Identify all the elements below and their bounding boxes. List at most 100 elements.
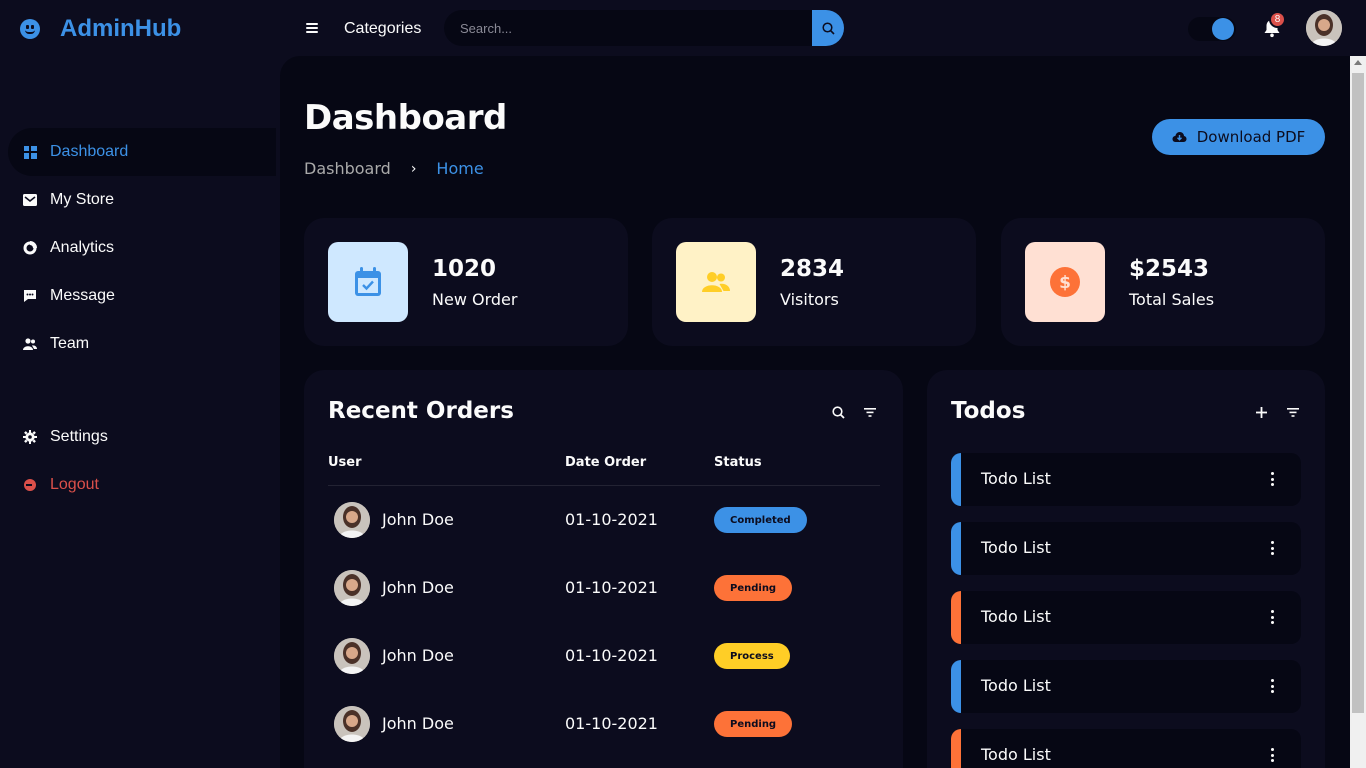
avatar bbox=[334, 570, 370, 606]
notification-button[interactable]: 8 bbox=[1263, 11, 1286, 38]
sidebar-item-label: Settings bbox=[50, 428, 108, 445]
order-date: 01-10-2021 bbox=[565, 578, 658, 597]
sidebar-item-team[interactable]: Team bbox=[0, 320, 280, 368]
todo-label: Todo List bbox=[981, 745, 1051, 764]
stat-label: Visitors bbox=[780, 290, 839, 309]
sidebar-item-label: Team bbox=[50, 335, 90, 352]
more-vertical-icon[interactable] bbox=[1271, 472, 1275, 486]
chevron-right-icon: › bbox=[410, 160, 417, 177]
brand[interactable]: AdminHub bbox=[20, 14, 181, 44]
sidebar-item-my-store[interactable]: My Store bbox=[0, 176, 280, 224]
stat-card-visitors: 2834 Visitors bbox=[652, 218, 976, 346]
svg-text:$: $ bbox=[1059, 273, 1071, 293]
todo-label: Todo List bbox=[981, 607, 1051, 626]
more-vertical-icon[interactable] bbox=[1271, 541, 1275, 555]
scrollbar-thumb[interactable] bbox=[1352, 73, 1364, 713]
filter-icon[interactable] bbox=[1286, 405, 1300, 419]
nav-link-categories[interactable]: Categories bbox=[344, 20, 421, 38]
order-date: 01-10-2021 bbox=[565, 714, 658, 733]
sidebar: AdminHub Dashboard My Store Analytics Me… bbox=[0, 0, 280, 768]
sidebar-item-label: Logout bbox=[50, 476, 99, 493]
more-vertical-icon[interactable] bbox=[1271, 748, 1275, 762]
todo-label: Todo List bbox=[981, 538, 1051, 557]
todo-status-bar bbox=[951, 729, 961, 768]
sidebar-item-label: Message bbox=[50, 287, 115, 304]
avatar bbox=[334, 706, 370, 742]
sidebar-item-label: Analytics bbox=[50, 239, 115, 256]
todo-item[interactable]: Todo List bbox=[951, 453, 1301, 506]
table-row[interactable]: John Doe 01-10-2021 Pending bbox=[328, 690, 880, 758]
message-icon bbox=[22, 288, 38, 304]
avatar bbox=[334, 502, 370, 538]
team-icon bbox=[22, 336, 38, 352]
order-user: John Doe bbox=[382, 714, 454, 733]
scroll-up-arrow-icon[interactable] bbox=[1354, 60, 1362, 65]
breadcrumb-dashboard[interactable]: Dashboard bbox=[304, 159, 391, 178]
plus-icon[interactable] bbox=[1254, 405, 1268, 419]
stat-label: New Order bbox=[432, 290, 518, 309]
order-user: John Doe bbox=[382, 646, 454, 665]
todo-label: Todo List bbox=[981, 676, 1051, 695]
order-user: John Doe bbox=[382, 510, 454, 529]
table-row[interactable]: John Doe 01-10-2021 Completed bbox=[328, 486, 880, 554]
logout-icon bbox=[22, 477, 38, 493]
search-input[interactable] bbox=[444, 10, 812, 46]
top-navbar: Categories 8 bbox=[280, 0, 1366, 56]
todos-title: Todos bbox=[951, 398, 1026, 424]
breadcrumb-home[interactable]: Home bbox=[436, 159, 483, 178]
sidebar-item-logout[interactable]: Logout bbox=[0, 461, 280, 509]
table-row[interactable]: John Doe 01-10-2021 Pending bbox=[328, 554, 880, 622]
sidebar-item-message[interactable]: Message bbox=[0, 272, 280, 320]
dashboard-icon bbox=[22, 144, 38, 160]
stat-card-new-order: 1020 New Order bbox=[304, 218, 628, 346]
order-date: 01-10-2021 bbox=[565, 510, 658, 529]
download-pdf-label: Download PDF bbox=[1196, 128, 1306, 146]
column-header-user[interactable]: User bbox=[328, 455, 362, 470]
search-form bbox=[444, 10, 844, 46]
search-icon bbox=[821, 21, 835, 35]
stat-card-total-sales: $ $2543 Total Sales bbox=[1001, 218, 1325, 346]
stat-value: 1020 bbox=[432, 256, 497, 282]
menu-toggle-icon[interactable] bbox=[306, 23, 318, 33]
recent-orders-title: Recent Orders bbox=[328, 398, 514, 424]
todo-item[interactable]: Todo List bbox=[951, 591, 1301, 644]
sidebar-item-settings[interactable]: Settings bbox=[0, 413, 280, 461]
sidebar-menu: Dashboard My Store Analytics Message Tea… bbox=[0, 128, 280, 368]
profile-avatar[interactable] bbox=[1306, 10, 1342, 46]
status-badge: Completed bbox=[714, 507, 807, 533]
download-pdf-button[interactable]: Download PDF bbox=[1152, 119, 1325, 155]
sidebar-bottom-menu: Settings Logout bbox=[0, 413, 280, 509]
more-vertical-icon[interactable] bbox=[1271, 610, 1275, 624]
column-header-date[interactable]: Date Order bbox=[565, 455, 646, 470]
smile-logo-icon bbox=[20, 19, 40, 39]
stat-value: $2543 bbox=[1129, 256, 1210, 282]
sidebar-item-dashboard[interactable]: Dashboard bbox=[8, 128, 276, 176]
status-badge: Process bbox=[714, 643, 790, 669]
analytics-icon bbox=[22, 240, 38, 256]
search-icon[interactable] bbox=[831, 405, 845, 419]
stat-label: Total Sales bbox=[1129, 290, 1215, 309]
dollar-circle-icon: $ bbox=[1025, 242, 1105, 322]
filter-icon[interactable] bbox=[863, 405, 877, 419]
switch-knob bbox=[1212, 18, 1234, 40]
todo-item[interactable]: Todo List bbox=[951, 522, 1301, 575]
sidebar-item-analytics[interactable]: Analytics bbox=[0, 224, 280, 272]
status-badge: Pending bbox=[714, 575, 793, 601]
todo-label: Todo List bbox=[981, 469, 1051, 488]
column-header-status[interactable]: Status bbox=[714, 455, 762, 470]
status-badge: Pending bbox=[714, 711, 793, 737]
dark-mode-switch[interactable] bbox=[1188, 17, 1236, 41]
todo-status-bar bbox=[951, 522, 961, 575]
brand-name: AdminHub bbox=[60, 15, 182, 42]
page-scrollbar[interactable] bbox=[1350, 56, 1366, 768]
calendar-check-icon bbox=[328, 242, 408, 322]
table-row[interactable]: John Doe 01-10-2021 Process bbox=[328, 622, 880, 690]
todo-item[interactable]: Todo List bbox=[951, 660, 1301, 713]
avatar bbox=[334, 638, 370, 674]
sidebar-item-label: My Store bbox=[50, 191, 115, 208]
search-button[interactable] bbox=[812, 10, 844, 46]
todo-item[interactable]: Todo List bbox=[951, 729, 1301, 768]
page-title: Dashboard bbox=[304, 98, 507, 138]
group-icon bbox=[676, 242, 756, 322]
more-vertical-icon[interactable] bbox=[1271, 679, 1275, 693]
